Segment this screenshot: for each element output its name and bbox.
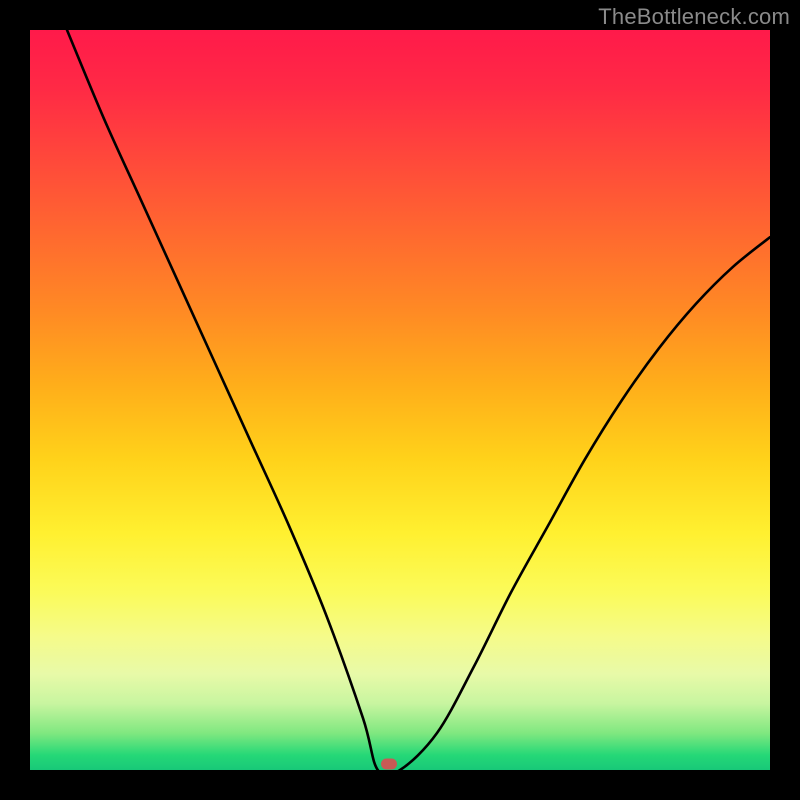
bottleneck-curve — [67, 30, 770, 770]
curve-svg — [30, 30, 770, 770]
optimal-point-marker — [381, 759, 397, 770]
watermark-text: TheBottleneck.com — [598, 4, 790, 30]
chart-frame: TheBottleneck.com — [0, 0, 800, 800]
plot-area — [30, 30, 770, 770]
